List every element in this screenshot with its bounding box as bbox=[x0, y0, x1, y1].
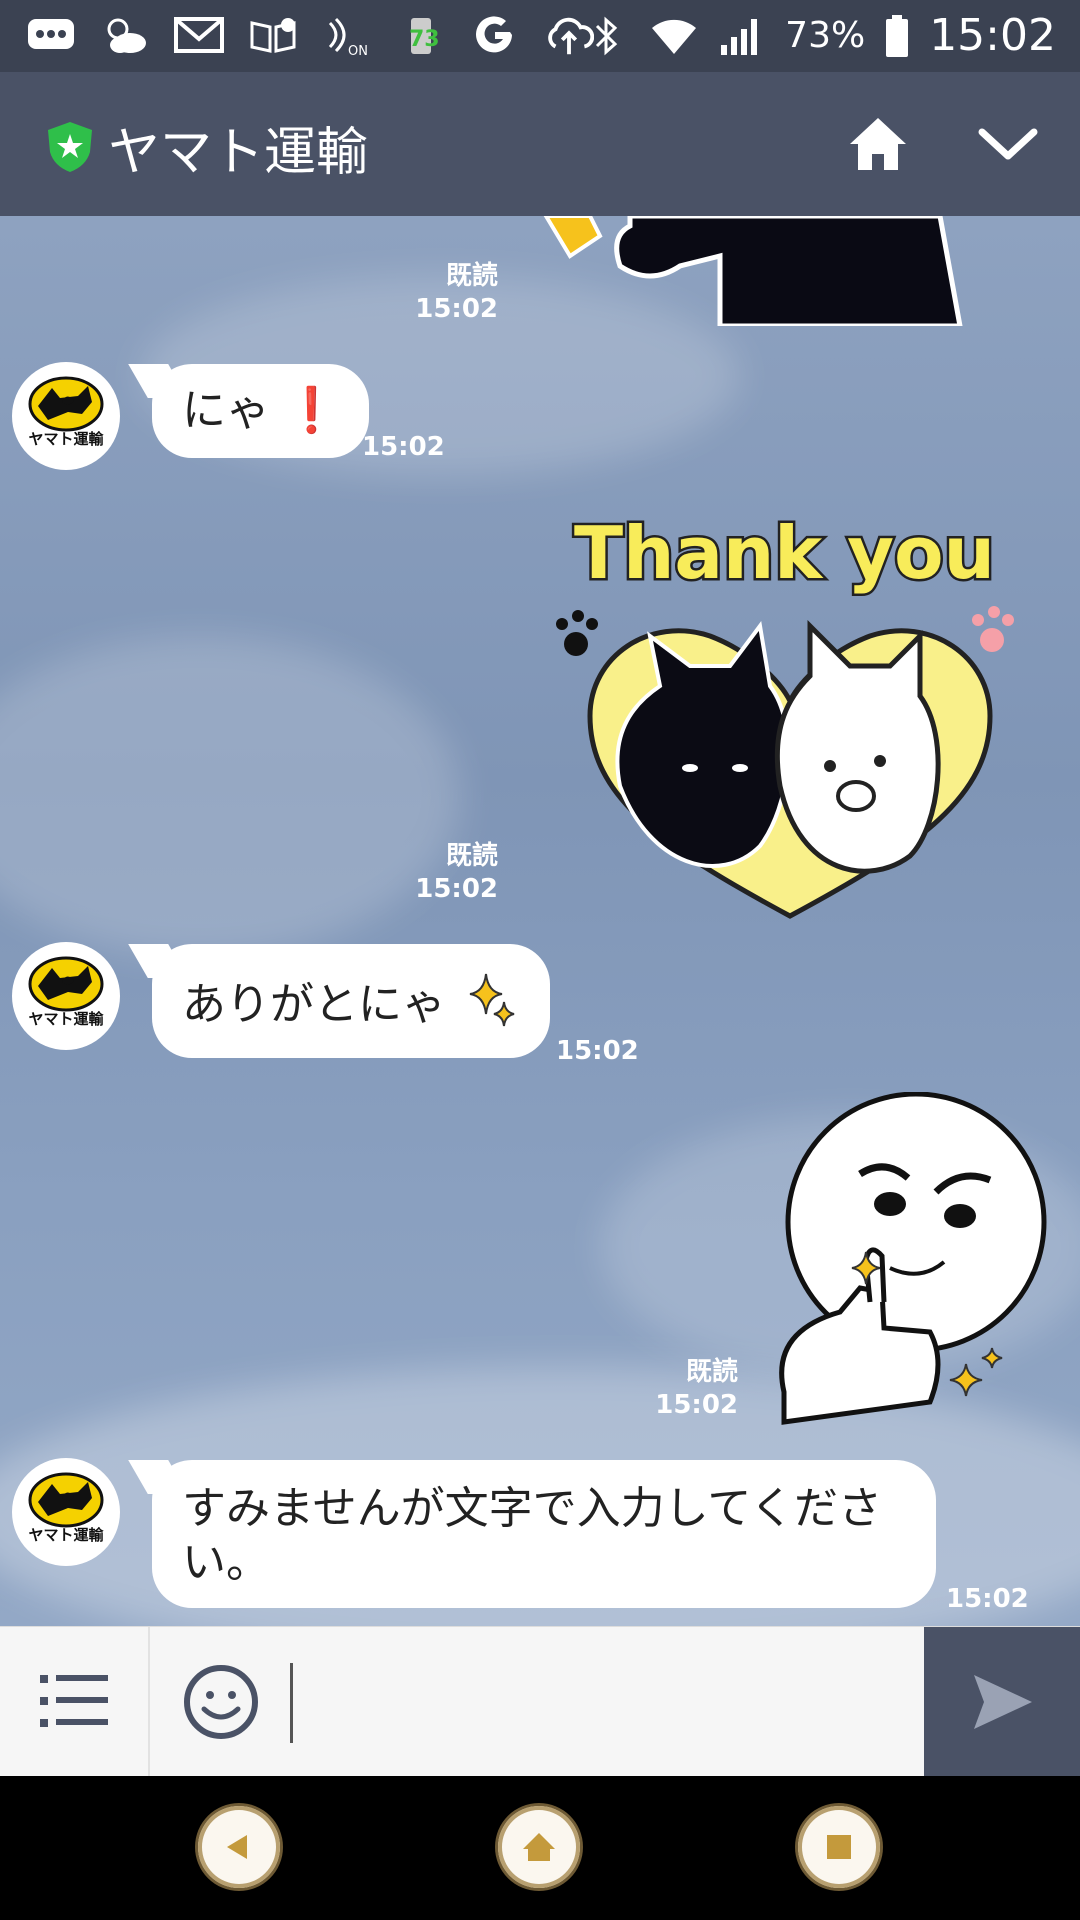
avatar-label: ヤマト運輸 bbox=[28, 1526, 104, 1544]
thank-you-cats-sticker: Thank you bbox=[556, 509, 1014, 919]
reader-icon bbox=[248, 12, 298, 58]
send-icon bbox=[974, 1675, 1032, 1729]
character-arm-sticker-cropped bbox=[543, 216, 963, 329]
yamato-cat-logo-icon bbox=[28, 956, 104, 1012]
thumbs-up-moon-sticker bbox=[760, 1091, 1047, 1462]
message-text: ありがとにゃ bbox=[182, 979, 446, 1030]
sparkles-icon bbox=[469, 973, 515, 1027]
avatar[interactable]: ヤマト運輸 bbox=[12, 362, 120, 470]
messages-icon bbox=[26, 12, 76, 58]
paw-pink-icon bbox=[972, 606, 1014, 652]
nfc-icon: ON bbox=[322, 12, 372, 58]
battery-percent: 73% bbox=[785, 15, 866, 56]
chevron-down-icon[interactable] bbox=[976, 116, 1040, 172]
svg-text:ON: ON bbox=[348, 44, 368, 57]
chat-title: ヤマト運輸 bbox=[108, 123, 369, 183]
text-cursor bbox=[290, 1663, 293, 1743]
sticker-message[interactable]: Thank you bbox=[540, 506, 1040, 926]
battery-icon bbox=[883, 13, 911, 59]
message-time: 15:02 bbox=[362, 432, 445, 462]
avatar[interactable]: ヤマト運輸 bbox=[12, 1458, 120, 1566]
chat-header: ヤマト運輸 bbox=[0, 72, 1080, 216]
paw-icon bbox=[556, 610, 598, 656]
message-bubble[interactable]: にゃ ❗ bbox=[152, 364, 369, 458]
sticker-message[interactable] bbox=[540, 216, 980, 329]
message-text: にゃ bbox=[182, 385, 270, 436]
system-icons: 73% 15:02 bbox=[581, 10, 1056, 61]
home-icon[interactable] bbox=[846, 112, 910, 176]
yamato-cat-logo-icon bbox=[28, 376, 104, 432]
menu-list-icon[interactable] bbox=[0, 1627, 150, 1777]
background-cloud bbox=[0, 636, 460, 956]
avatar[interactable]: ヤマト運輸 bbox=[12, 942, 120, 1050]
message-text: すみませんが文字で入力してください。 bbox=[182, 1483, 883, 1588]
wifi-icon bbox=[649, 13, 699, 59]
read-label: 既読 bbox=[445, 841, 498, 871]
message-bubble[interactable]: ありがとにゃ bbox=[152, 944, 550, 1058]
gmail-icon bbox=[174, 12, 224, 58]
sticker-message[interactable] bbox=[760, 1091, 1060, 1462]
message-time: 15:02 bbox=[655, 1389, 738, 1420]
message-time: 15:02 bbox=[556, 1036, 639, 1066]
verified-shield-icon bbox=[46, 120, 94, 174]
google-icon bbox=[470, 12, 520, 58]
read-receipt: 既読 15:02 bbox=[378, 840, 498, 905]
message-time: 15:02 bbox=[415, 293, 498, 324]
message-bubble[interactable]: すみませんが文字で入力してください。 bbox=[152, 1460, 936, 1608]
home-icon[interactable] bbox=[498, 1806, 580, 1888]
send-button[interactable] bbox=[924, 1627, 1080, 1777]
notification-badge: 73 bbox=[409, 27, 440, 52]
signal-icon bbox=[717, 13, 767, 59]
weather-icon bbox=[100, 12, 150, 58]
bluetooth-icon bbox=[581, 13, 631, 59]
message-time: 15:02 bbox=[946, 1584, 1029, 1614]
chat-area[interactable]: 既読 15:02 ヤマト運輸 にゃ ❗ 15:02 Thank you 既読 1… bbox=[0, 216, 1080, 1626]
recents-icon[interactable] bbox=[798, 1806, 880, 1888]
avatar-label: ヤマト運輸 bbox=[28, 1010, 104, 1028]
sticker-text: Thank you bbox=[574, 511, 995, 595]
battery-mix-icon: 73 bbox=[396, 12, 446, 58]
avatar-label: ヤマト運輸 bbox=[28, 430, 104, 448]
emoji-icon[interactable] bbox=[182, 1663, 260, 1741]
status-time: 15:02 bbox=[929, 10, 1056, 61]
read-label: 既読 bbox=[685, 1357, 738, 1387]
read-receipt: 既読 15:02 bbox=[378, 260, 498, 325]
navigation-bar bbox=[0, 1776, 1080, 1920]
status-bar: ON 73 73% 15:02 bbox=[0, 0, 1080, 72]
notification-icons: ON 73 bbox=[26, 12, 594, 58]
read-label: 既読 bbox=[445, 261, 498, 291]
message-input[interactable] bbox=[280, 1657, 920, 1747]
exclamation-emoji: ❗ bbox=[284, 385, 339, 436]
yamato-cat-logo-icon bbox=[28, 1472, 104, 1528]
message-time: 15:02 bbox=[415, 873, 498, 904]
read-receipt: 既読 15:02 bbox=[618, 1356, 738, 1421]
input-bar bbox=[0, 1626, 1080, 1777]
back-icon[interactable] bbox=[198, 1806, 280, 1888]
